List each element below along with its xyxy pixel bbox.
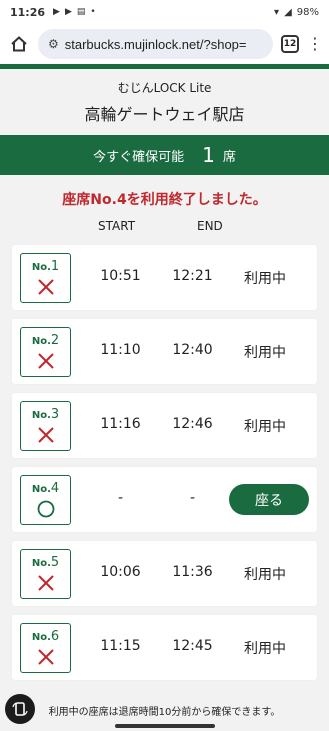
seat-end-time: 12:46 [172, 416, 213, 432]
seat-no-prefix: No. [31, 262, 51, 273]
seat-row: No.5 10:06 11:36 利用中 [12, 541, 317, 606]
news-icon: ▤ [76, 7, 86, 17]
tab-count: 12 [283, 39, 297, 49]
occupied-cross-icon [38, 575, 54, 591]
home-button[interactable] [8, 33, 30, 55]
availability-count: 1 [202, 143, 215, 167]
dot-icon: • [90, 7, 96, 17]
home-icon [11, 36, 27, 52]
seat-status: 利用中 [244, 567, 286, 583]
occupied-cross-icon [38, 427, 54, 443]
seat-start-time: 11:15 [100, 638, 141, 654]
seat-end-time: 12:21 [172, 268, 213, 284]
seat-badge: No.1 [20, 253, 71, 303]
availability-unit: 席 [222, 149, 236, 165]
brand-name: むじんLOCK Lite [117, 81, 212, 95]
site-settings-icon[interactable]: ⚙ [48, 37, 59, 51]
seat-row: No.1 10:51 12:21 利用中 [12, 245, 317, 310]
tab-switcher-button[interactable]: 12 [281, 35, 299, 53]
seat-number: 3 [50, 407, 60, 422]
browser-toolbar: ⚙ starbucks.mujinlock.net/?shop= 12 ⋮ [0, 24, 329, 64]
seat-number: 6 [50, 629, 60, 644]
column-end: END [197, 219, 223, 233]
browser-menu-icon[interactable]: ⋮ [307, 36, 323, 52]
notice-message: 座席No.4を利用終了しました。 [62, 192, 267, 208]
seat-row: No.6 11:15 12:45 利用中 [12, 615, 317, 680]
available-circle-icon [37, 500, 55, 518]
seat-number: 1 [50, 259, 60, 274]
seat-badge: No.2 [20, 327, 71, 377]
seat-row: No.2 11:10 12:40 利用中 [12, 319, 317, 384]
seat-number: 2 [50, 333, 60, 348]
youtube-icon: ▶ [64, 7, 72, 17]
seat-badge: No.3 [20, 401, 71, 451]
seat-start-time: 11:16 [100, 416, 141, 432]
battery-level: 98% [296, 6, 319, 18]
seat-no-prefix: No. [31, 632, 51, 643]
seat-status: 利用中 [244, 641, 286, 657]
seat-no-prefix: No. [31, 484, 51, 495]
seat-badge: No.6 [20, 623, 71, 673]
seat-row: No.3 11:16 12:46 利用中 [12, 393, 317, 458]
column-headers: START END [0, 219, 329, 239]
signal-icon: ◢ [284, 6, 292, 18]
seat-row: No.4 - - 座る [12, 467, 317, 532]
footnote: 利用中の座席は退席時間10分前から確保できます。 [48, 707, 281, 718]
wifi-icon: ▾ [274, 6, 280, 18]
occupied-cross-icon [38, 649, 54, 665]
seat-end-time: 12:45 [172, 638, 213, 654]
floating-action-button[interactable] [5, 694, 35, 724]
gesture-nav-handle[interactable] [115, 724, 215, 728]
address-bar[interactable]: ⚙ starbucks.mujinlock.net/?shop= [38, 29, 273, 59]
seat-end-time: 11:36 [172, 564, 213, 580]
seat-status: 利用中 [244, 271, 286, 287]
seat-number: 4 [50, 481, 60, 496]
url-text: starbucks.mujinlock.net/?shop= [64, 36, 247, 52]
seat-start-time: 10:06 [100, 564, 141, 580]
youtube-icon: ▶ [53, 7, 60, 17]
status-bar: 11:26 ▶ ▶ ▤ • ▾ ◢ 98% [0, 0, 329, 24]
seat-list: No.1 10:51 12:21 利用中 No.2 11:10 12:40 利用… [0, 245, 329, 680]
screen-rotate-icon [12, 702, 28, 716]
seat-status: 利用中 [244, 419, 286, 435]
column-start: START [98, 219, 136, 233]
availability-bar: 今すぐ確保可能 1 席 [0, 135, 329, 175]
store-name: 高輪ゲートウェイ駅店 [84, 105, 245, 124]
seat-badge: No.5 [20, 549, 71, 599]
occupied-cross-icon [38, 279, 54, 295]
sit-button[interactable]: 座る [229, 484, 309, 515]
page-header: むじんLOCK Lite 高輪ゲートウェイ駅店 [0, 69, 329, 125]
seat-no-prefix: No. [31, 336, 51, 347]
seat-no-prefix: No. [31, 410, 51, 421]
seat-start-time: 10:51 [100, 268, 141, 284]
occupied-cross-icon [38, 353, 54, 369]
status-time: 11:26 [10, 5, 46, 19]
seat-start-time: - [117, 490, 124, 506]
seat-end-time: 12:40 [172, 342, 213, 358]
seat-status: 利用中 [244, 345, 286, 361]
seat-no-prefix: No. [31, 558, 51, 569]
availability-label: 今すぐ確保可能 [93, 149, 185, 165]
seat-end-time: - [189, 490, 196, 506]
seat-badge: No.4 [20, 475, 71, 525]
seat-start-time: 11:10 [100, 342, 141, 358]
seat-number: 5 [50, 555, 60, 570]
